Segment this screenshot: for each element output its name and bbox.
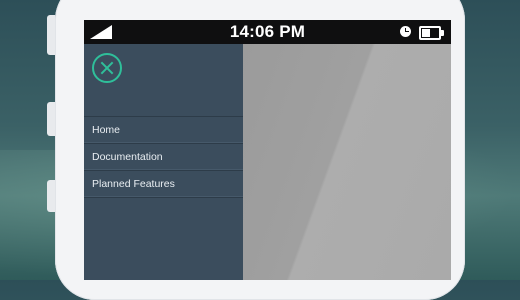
menu-item-documentation[interactable]: Documentation <box>84 144 243 171</box>
battery-tip <box>441 30 444 36</box>
battery-level-fill <box>422 29 430 37</box>
status-bar: 14:06 PM <box>84 20 451 44</box>
phone-screen: 14:06 PM Home Documentation Planned Feat… <box>84 20 451 280</box>
content-overlay[interactable] <box>243 44 451 280</box>
drawer-menu: Home Documentation Planned Features <box>84 116 243 198</box>
menu-item-home[interactable]: Home <box>84 117 243 144</box>
phone-volume-up-button <box>47 102 55 136</box>
status-time: 14:06 PM <box>229 22 306 41</box>
phone-side-button-top <box>47 15 55 55</box>
close-icon[interactable] <box>92 53 122 83</box>
battery-icon <box>419 26 441 40</box>
phone-volume-down-button <box>47 180 55 212</box>
navigation-drawer: Home Documentation Planned Features <box>84 44 243 280</box>
clock-icon <box>400 26 411 37</box>
menu-item-planned-features[interactable]: Planned Features <box>84 171 243 198</box>
